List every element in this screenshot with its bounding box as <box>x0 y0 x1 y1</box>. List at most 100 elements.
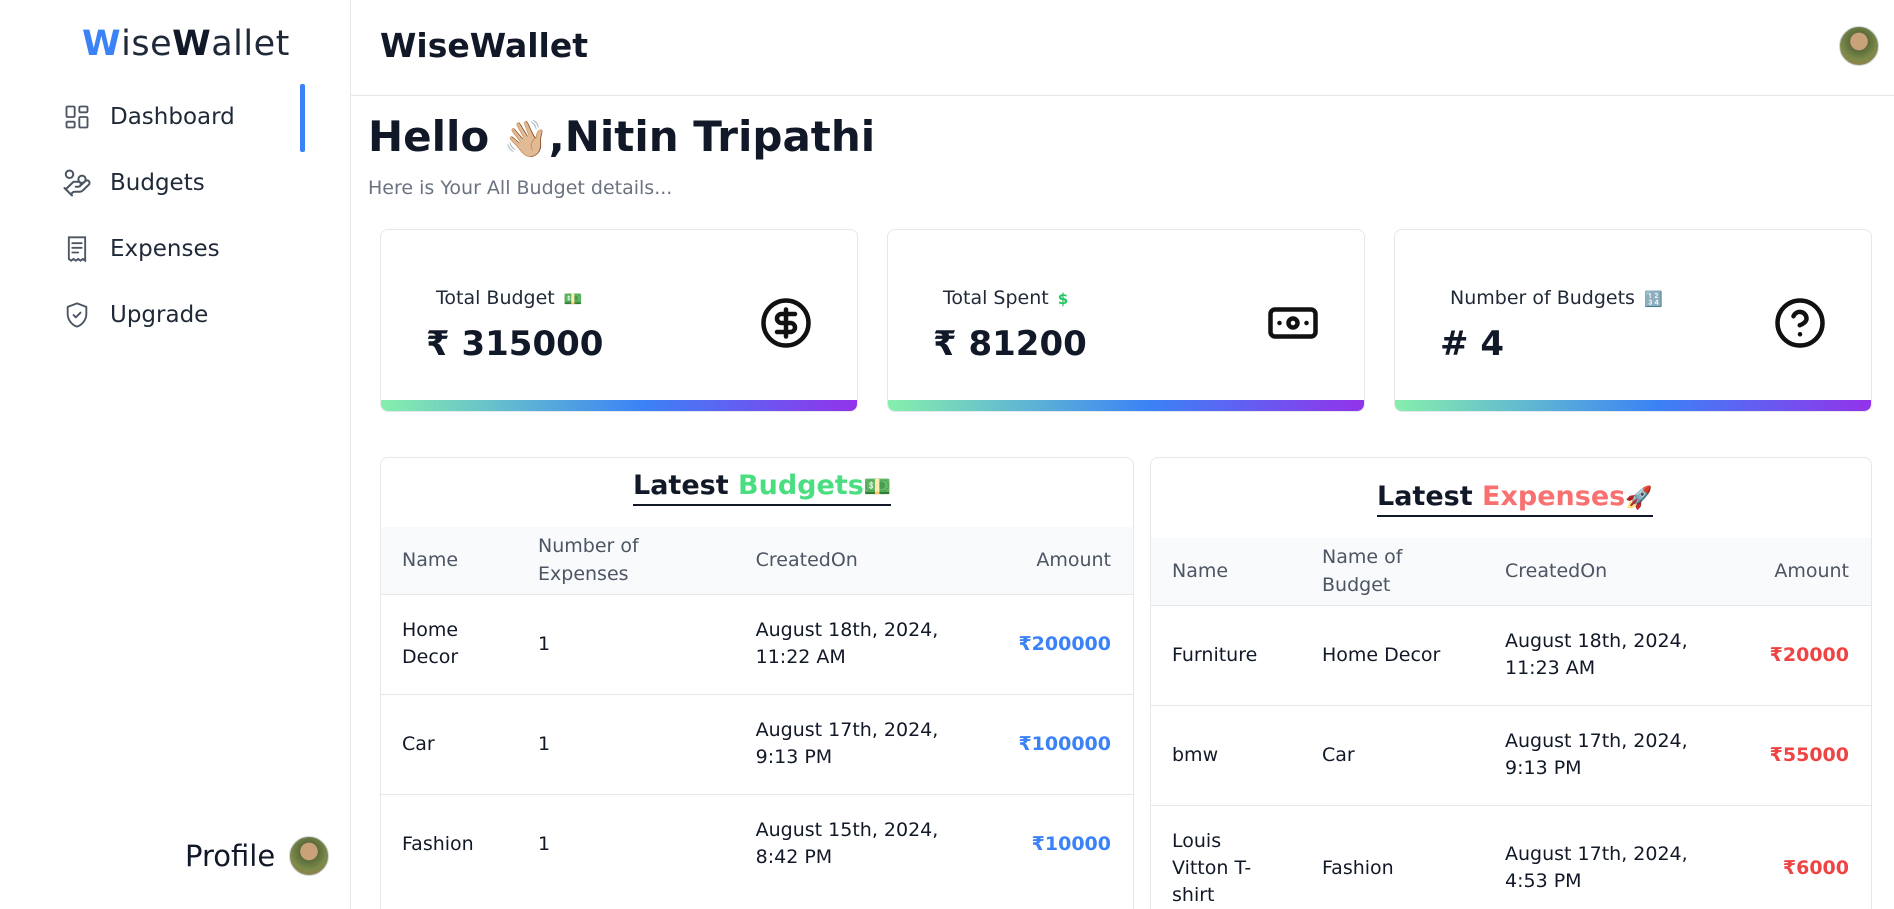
total-budget-card: Total Budget 💵 ₹ 315000 <box>380 229 858 412</box>
sidebar-nav: Dashboard Budgets Expenses Upgrade <box>0 84 351 348</box>
card-gradient-bar <box>381 400 857 411</box>
greeting-subtitle: Here is Your All Budget details... <box>368 177 673 199</box>
logo-w1: W <box>82 24 122 64</box>
dollar-emoji-icon: $ <box>1057 289 1069 308</box>
title-highlight: Budgets <box>738 470 864 501</box>
sidebar-item-expenses[interactable]: Expenses <box>0 216 351 282</box>
table-row[interactable]: Fashion 1 August 15th, 2024, 8:42 PM ₹10… <box>381 793 1133 894</box>
greeting-heading: Hello 👋🏼,Nitin Tripathi <box>368 112 875 161</box>
table-row[interactable]: bmw Car August 17th, 2024, 9:13 PM ₹5500… <box>1151 704 1871 805</box>
latest-budgets-title: Latest Budgets💵 <box>633 470 892 506</box>
created-on: August 17th, 2024, 9:13 PM <box>1484 704 1734 805</box>
shield-check-icon <box>62 300 92 330</box>
budget-amount: ₹100000 <box>997 693 1133 794</box>
active-indicator <box>300 84 305 152</box>
header-avatar[interactable] <box>1839 26 1879 66</box>
card-value: # 4 <box>1440 324 1504 364</box>
table-row[interactable]: Home Decor 1 August 18th, 2024, 11:22 AM… <box>381 593 1133 694</box>
expense-count: 1 <box>517 693 735 794</box>
title-highlight: Expenses <box>1482 481 1626 512</box>
table-row[interactable]: Car 1 August 17th, 2024, 9:13 PM ₹100000 <box>381 693 1133 794</box>
card-label: Total Budget 💵 <box>436 287 585 309</box>
greeting-hello: Hello <box>368 112 490 161</box>
created-on: August 17th, 2024, 4:53 PM <box>1484 804 1734 909</box>
budget-name: Fashion <box>381 793 518 894</box>
wave-icon: 👋🏼 <box>503 119 549 160</box>
expense-name: Louis Vitton T-shirt <box>1151 804 1301 909</box>
budget-amount: ₹200000 <box>997 593 1133 694</box>
table-header-row: Name Name of Budget CreatedOn Amount <box>1151 538 1871 605</box>
column-header: Name <box>1151 538 1301 605</box>
sidebar-item-label: Dashboard <box>110 104 235 130</box>
budgets-table: Name Number of Expenses CreatedOn Amount… <box>381 527 1133 894</box>
card-value: ₹ 315000 <box>426 324 604 364</box>
table-header-row: Name Number of Expenses CreatedOn Amount <box>381 527 1133 594</box>
column-header: Name of Budget <box>1301 538 1484 605</box>
created-on: August 18th, 2024, 11:22 AM <box>734 593 998 694</box>
user-name: ,Nitin Tripathi <box>548 112 876 161</box>
question-circle-icon <box>1775 298 1825 348</box>
expense-amount: ₹20000 <box>1734 604 1871 705</box>
expense-name: Furniture <box>1151 604 1301 705</box>
dashboard-icon <box>62 102 92 132</box>
created-on: August 17th, 2024, 9:13 PM <box>734 693 998 794</box>
expense-amount: ₹55000 <box>1734 704 1871 805</box>
logo-w2: W <box>172 24 212 64</box>
dollar-circle-icon <box>761 298 811 348</box>
card-value: ₹ 81200 <box>933 324 1087 364</box>
logo-rest2: allet <box>211 24 290 64</box>
card-label-text: Number of Budgets <box>1450 287 1635 309</box>
expense-count: 1 <box>517 593 735 694</box>
receipt-icon <box>62 234 92 264</box>
sidebar: WiseWallet Dashboard Budgets Expenses Up… <box>0 0 351 909</box>
budget-name: Fashion <box>1301 804 1484 909</box>
budget-name: Home Decor <box>381 593 518 694</box>
title-prefix: Latest <box>633 470 739 501</box>
logo-rest1: ise <box>121 24 173 64</box>
sidebar-logo[interactable]: WiseWallet <box>82 24 290 64</box>
table-row[interactable]: Furniture Home Decor August 18th, 2024, … <box>1151 604 1871 705</box>
card-label-text: Total Budget <box>436 287 555 309</box>
card-label-text: Total Spent <box>943 287 1049 309</box>
budget-name: Car <box>381 693 518 794</box>
budgets-icon <box>62 168 92 198</box>
expense-name: bmw <box>1151 704 1301 805</box>
money-emoji-icon: 💵 <box>863 475 892 500</box>
expense-amount: ₹6000 <box>1734 804 1871 909</box>
sidebar-item-upgrade[interactable]: Upgrade <box>0 282 351 348</box>
budget-name: Home Decor <box>1301 604 1484 705</box>
sidebar-item-budgets[interactable]: Budgets <box>0 150 351 216</box>
column-header: Number of Expenses <box>517 527 735 594</box>
header-title: WiseWallet <box>380 26 589 65</box>
column-header: Name <box>381 527 518 594</box>
created-on: August 15th, 2024, 8:42 PM <box>734 793 998 894</box>
avatar[interactable] <box>289 836 330 876</box>
latest-expenses-title: Latest Expenses🚀 <box>1377 481 1653 517</box>
card-label: Total Spent $ <box>943 287 1071 309</box>
column-header: Amount <box>1734 538 1871 605</box>
numbers-emoji-icon: 🔢 <box>1643 289 1663 308</box>
column-header: CreatedOn <box>734 527 998 594</box>
card-gradient-bar <box>1395 400 1871 411</box>
budget-amount: ₹10000 <box>997 793 1133 894</box>
banknote-icon <box>1268 307 1318 339</box>
column-header: CreatedOn <box>1484 538 1734 605</box>
rocket-emoji-icon: 🚀 <box>1625 486 1653 511</box>
total-spent-card: Total Spent $ ₹ 81200 <box>887 229 1365 412</box>
card-gradient-bar <box>888 400 1364 411</box>
latest-budgets-panel: Latest Budgets💵 Name Number of Expenses … <box>380 457 1134 909</box>
table-row[interactable]: Louis Vitton T-shirt Fashion August 17th… <box>1151 804 1871 909</box>
created-on: August 18th, 2024, 11:23 AM <box>1484 604 1734 705</box>
number-of-budgets-card: Number of Budgets 🔢 # 4 <box>1394 229 1872 412</box>
column-header: Amount <box>997 527 1133 594</box>
latest-expenses-panel: Latest Expenses🚀 Name Name of Budget Cre… <box>1150 457 1872 909</box>
sidebar-item-label: Budgets <box>110 170 205 196</box>
sidebar-item-label: Expenses <box>110 236 220 262</box>
budget-name: Car <box>1301 704 1484 805</box>
sidebar-item-dashboard[interactable]: Dashboard <box>0 84 351 152</box>
expense-count: 1 <box>517 793 735 894</box>
sidebar-item-label: Upgrade <box>110 302 209 328</box>
expenses-table: Name Name of Budget CreatedOn Amount Fur… <box>1151 538 1871 909</box>
card-label: Number of Budgets 🔢 <box>1450 287 1666 309</box>
profile-button[interactable]: Profile <box>185 836 330 876</box>
